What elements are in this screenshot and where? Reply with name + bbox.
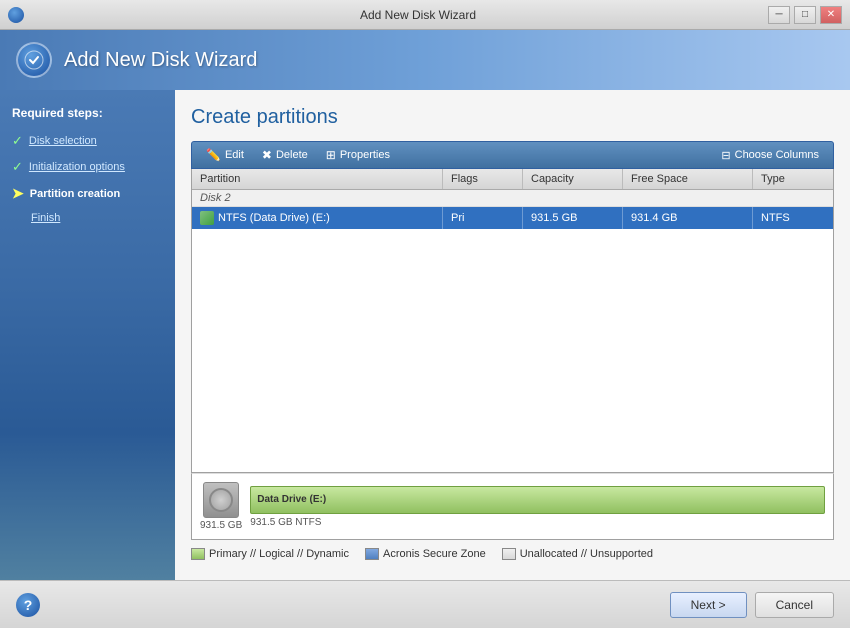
footer: ? Next > Cancel: [0, 580, 850, 628]
arrow-icon: ➤: [12, 185, 24, 202]
legend: Primary // Logical // Dynamic Acronis Se…: [191, 540, 834, 564]
edit-label: Edit: [225, 149, 244, 161]
check-icon-2: ✓: [12, 159, 23, 175]
col-freespace: Free Space: [623, 169, 753, 189]
legend-primary-box: [191, 548, 205, 560]
legend-unalloc-label: Unallocated // Unsupported: [520, 548, 653, 560]
minimize-button[interactable]: ─: [768, 6, 790, 24]
choose-columns-label: Choose Columns: [735, 149, 819, 161]
sidebar-section-title: Required steps:: [0, 106, 175, 128]
close-button[interactable]: ✕: [820, 6, 842, 24]
maximize-button[interactable]: □: [794, 6, 816, 24]
edit-button[interactable]: ✏️ Edit: [198, 145, 252, 165]
cell-type: NTFS: [753, 207, 833, 229]
columns-icon: ⊟: [721, 149, 730, 162]
col-type: Type: [753, 169, 833, 189]
toolbar: ✏️ Edit ✖ Delete ⊞ Properties ⊟ Choose C…: [191, 141, 834, 169]
sidebar-label-partition-creation: Partition creation: [30, 188, 120, 200]
disk-size-label: 931.5 GB: [200, 520, 242, 531]
help-icon[interactable]: ?: [16, 593, 40, 617]
disk-label-row: Disk 2: [192, 190, 833, 207]
legend-unalloc: Unallocated // Unsupported: [502, 548, 653, 560]
sidebar-link-finish[interactable]: Finish: [31, 212, 60, 224]
sidebar-item-init-options[interactable]: ✓ Initialization options: [0, 154, 175, 180]
sidebar-link-disk-selection[interactable]: Disk selection: [29, 135, 97, 147]
disk-bar: Data Drive (E:): [250, 486, 825, 514]
header-icon: [16, 42, 52, 78]
properties-icon: ⊞: [326, 148, 336, 162]
header-title: Add New Disk Wizard: [64, 49, 257, 72]
sidebar-item-disk-selection[interactable]: ✓ Disk selection: [0, 128, 175, 154]
cancel-button[interactable]: Cancel: [755, 592, 834, 618]
table-row[interactable]: NTFS (Data Drive) (E:) Pri 931.5 GB 931.…: [192, 207, 833, 229]
window-controls: ─ □ ✕: [768, 6, 842, 24]
legend-acronis: Acronis Secure Zone: [365, 548, 486, 560]
delete-icon: ✖: [262, 148, 272, 162]
delete-button[interactable]: ✖ Delete: [254, 145, 316, 165]
properties-button[interactable]: ⊞ Properties: [318, 145, 398, 165]
disk-bar-container: Data Drive (E:) 931.5 GB NTFS: [250, 486, 825, 528]
next-button[interactable]: Next >: [670, 592, 747, 618]
col-capacity: Capacity: [523, 169, 623, 189]
sidebar-item-finish[interactable]: Finish: [0, 207, 175, 229]
cell-partition-name: NTFS (Data Drive) (E:): [192, 207, 443, 229]
legend-primary-label: Primary // Logical // Dynamic: [209, 548, 349, 560]
page-title: Create partitions: [191, 106, 834, 129]
disk-icon-area: 931.5 GB: [200, 482, 242, 531]
check-icon: ✓: [12, 133, 23, 149]
col-flags: Flags: [443, 169, 523, 189]
sidebar-link-init-options[interactable]: Initialization options: [29, 161, 125, 173]
col-partition: Partition: [192, 169, 443, 189]
edit-icon: ✏️: [206, 148, 221, 162]
disk-visual-area: 931.5 GB Data Drive (E:) 931.5 GB NTFS: [191, 473, 834, 540]
main-panel: Create partitions ✏️ Edit ✖ Delete ⊞ Pro…: [175, 90, 850, 580]
window-body: Add New Disk Wizard Required steps: ✓ Di…: [0, 30, 850, 628]
partition-icon: [200, 211, 214, 225]
legend-acronis-label: Acronis Secure Zone: [383, 548, 486, 560]
table-header: Partition Flags Capacity Free Space Type: [192, 169, 833, 190]
disk-info: 931.5 GB NTFS: [250, 517, 825, 528]
sidebar-item-partition-creation[interactable]: ➤ Partition creation: [0, 180, 175, 207]
sidebar: Required steps: ✓ Disk selection ✓ Initi…: [0, 90, 175, 580]
help-area: ?: [16, 593, 662, 617]
window-title: Add New Disk Wizard: [68, 8, 768, 22]
disk-bar-label: Data Drive (E:): [257, 494, 326, 505]
partition-table: Partition Flags Capacity Free Space Type…: [191, 169, 834, 473]
choose-columns-button[interactable]: ⊟ Choose Columns: [713, 146, 827, 165]
legend-primary: Primary // Logical // Dynamic: [191, 548, 349, 560]
legend-unalloc-box: [502, 548, 516, 560]
properties-label: Properties: [340, 149, 390, 161]
cell-freespace: 931.4 GB: [623, 207, 753, 229]
disk-icon-inner: [209, 488, 233, 512]
header: Add New Disk Wizard: [0, 30, 850, 90]
legend-acronis-box: [365, 548, 379, 560]
delete-label: Delete: [276, 149, 308, 161]
title-bar: Add New Disk Wizard ─ □ ✕: [0, 0, 850, 30]
content-area: Required steps: ✓ Disk selection ✓ Initi…: [0, 90, 850, 580]
disk-icon: [203, 482, 239, 518]
cell-capacity: 931.5 GB: [523, 207, 623, 229]
partition-name-text: NTFS (Data Drive) (E:): [218, 212, 330, 224]
cell-flags: Pri: [443, 207, 523, 229]
